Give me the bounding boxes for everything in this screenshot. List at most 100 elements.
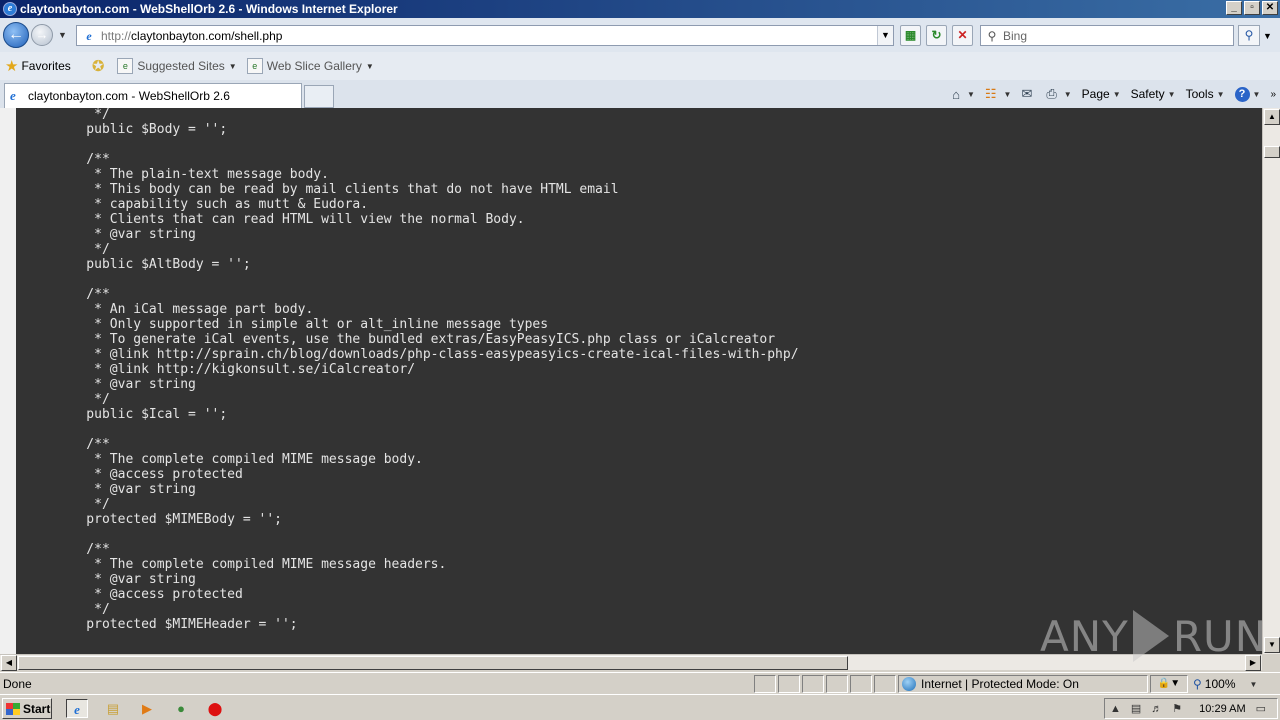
taskbar: Start e ▤ ▶ ● ⬤ ▲ ▤ ♬ ⚑ 10:29 AM ▭: [0, 694, 1280, 720]
address-scheme: http://: [101, 28, 132, 43]
media-player-icon[interactable]: ▶: [136, 699, 158, 718]
zoom-icon: ⚲: [1193, 677, 1202, 691]
tools-menu[interactable]: Tools ▼: [1186, 87, 1225, 101]
refresh-icon[interactable]: ↻: [926, 25, 947, 46]
stop-icon[interactable]: ✕: [952, 25, 973, 46]
status-cell: [802, 675, 824, 693]
volume-icon[interactable]: ♬: [1151, 703, 1162, 715]
tab-ie-icon: e: [10, 88, 16, 103]
code-line: * @var string: [55, 572, 196, 587]
add-favorite-icon: ✪: [91, 58, 105, 75]
suggested-sites-label: Suggested Sites: [137, 59, 225, 73]
forward-button[interactable]: →: [31, 24, 53, 46]
chevron-down-icon: ▼: [1249, 679, 1258, 689]
favorites-label: Favorites: [21, 59, 71, 73]
chevron-down-icon: ▼: [1063, 89, 1072, 99]
status-bar: Done Internet | Protected Mode: On 🔒▼ ⚲ …: [0, 672, 1280, 694]
internet-explorer-taskbar-icon[interactable]: e: [66, 699, 88, 718]
add-to-favorites-bar-button[interactable]: ✪: [87, 57, 108, 75]
search-icon[interactable]: ⚲: [1238, 25, 1260, 46]
favorites-star-icon: ★: [5, 58, 19, 75]
read-mail-button[interactable]: ✉: [1021, 86, 1036, 102]
start-label: Start: [23, 701, 51, 716]
scroll-up-button[interactable]: ▲: [1264, 109, 1280, 125]
scroll-left-button[interactable]: ◀: [1, 655, 17, 671]
page-menu[interactable]: Page ▼: [1082, 87, 1121, 101]
globe-icon: [902, 677, 916, 691]
code-line: /**: [55, 542, 110, 557]
protected-mode-toggle[interactable]: 🔒▼: [1150, 675, 1188, 693]
recent-pages-dropdown[interactable]: ▼: [58, 30, 67, 40]
page-content: */ public $Body = ''; /** * The plain-te…: [0, 108, 1262, 654]
zoom-control[interactable]: ⚲ 100% ▼: [1190, 675, 1266, 693]
chevron-down-icon: ▼: [228, 61, 237, 71]
address-url: claytonbayton.com/shell.php: [131, 28, 283, 43]
watermark-right-text: RUN: [1172, 611, 1268, 661]
code-line: * This body can be read by mail clients …: [55, 182, 619, 197]
more-commands-button[interactable]: »: [1270, 89, 1276, 100]
status-cell: [754, 675, 776, 693]
show-hidden-icons-icon[interactable]: ▲: [1110, 703, 1121, 715]
home-button[interactable]: ⌂ ▼: [952, 87, 975, 102]
watermark-left-text: ANY: [1040, 611, 1129, 661]
tab-label: claytonbayton.com - WebShellOrb 2.6: [28, 89, 230, 103]
web-slice-gallery-link[interactable]: e Web Slice Gallery ▼: [246, 58, 374, 74]
chevron-down-icon: ▼: [1112, 89, 1121, 99]
chevron-down-icon: ▼: [1252, 89, 1261, 99]
compatibility-view-icon[interactable]: ▦: [900, 25, 921, 46]
code-line: */: [55, 108, 110, 122]
minimize-button[interactable]: _: [1226, 1, 1242, 15]
web-slice-icon: e: [246, 58, 263, 74]
code-line: protected $MIMEBody = '';: [55, 512, 282, 527]
address-bar[interactable]: e http://claytonbayton.com/shell.php ▼: [76, 25, 894, 46]
window-titlebar: e claytonbayton.com - WebShellOrb 2.6 - …: [0, 0, 1280, 18]
folder-icon[interactable]: ▤: [102, 699, 124, 718]
code-viewer: */ public $Body = ''; /** * The plain-te…: [16, 108, 1262, 654]
code-line: public $AltBody = '';: [55, 257, 251, 272]
code-line: * The plain-text message body.: [55, 167, 329, 182]
address-dropdown-icon[interactable]: ▼: [877, 26, 893, 45]
chevron-down-icon: ▼: [1167, 89, 1176, 99]
favorites-bar: ★ Favorites ✪ e Suggested Sites ▼ e Web …: [0, 52, 1280, 80]
feeds-button[interactable]: ☷ ▼: [985, 86, 1012, 102]
code-line: * @link http://sprain.ch/blog/downloads/…: [55, 347, 799, 362]
action-center-flag-icon[interactable]: ⚑: [1172, 702, 1182, 715]
code-line: /**: [55, 437, 110, 452]
code-line: * @access protected: [55, 587, 243, 602]
stop-sign-icon[interactable]: ⬤: [204, 699, 226, 718]
code-line: public $Body = '';: [55, 122, 228, 137]
close-button[interactable]: ✕: [1262, 1, 1278, 15]
clock[interactable]: 10:29 AM: [1199, 703, 1245, 715]
search-input[interactable]: ⚲ Bing: [980, 25, 1234, 46]
network-icon[interactable]: ▤: [1131, 702, 1141, 715]
safety-menu[interactable]: Safety ▼: [1131, 87, 1176, 101]
suggested-sites-link[interactable]: e Suggested Sites ▼: [117, 58, 237, 74]
maximize-button[interactable]: ▫: [1244, 1, 1260, 15]
suggested-sites-icon: e: [117, 58, 134, 74]
bing-icon: ⚲: [987, 28, 997, 43]
code-line: */: [55, 242, 110, 257]
help-menu[interactable]: ? ▼: [1234, 86, 1261, 102]
tab-active[interactable]: e claytonbayton.com - WebShellOrb 2.6: [4, 83, 302, 108]
chevron-down-icon: ▼: [1003, 89, 1012, 99]
search-options-dropdown[interactable]: ▼: [1263, 31, 1272, 41]
show-desktop-icon[interactable]: ▭: [1256, 702, 1266, 715]
system-tray: ▲ ▤ ♬ ⚑ 10:29 AM ▭: [1104, 698, 1278, 719]
security-zone[interactable]: Internet | Protected Mode: On: [898, 675, 1148, 693]
home-icon: ⌂: [952, 86, 960, 102]
chrome-icon[interactable]: ●: [170, 699, 192, 718]
new-tab-button[interactable]: [304, 85, 334, 108]
favorites-button[interactable]: ★ Favorites: [0, 57, 71, 75]
code-line: /**: [55, 287, 110, 302]
web-slice-gallery-label: Web Slice Gallery: [266, 59, 362, 73]
start-button[interactable]: Start: [2, 698, 52, 719]
print-button[interactable]: ⎙ ▼: [1046, 86, 1071, 102]
safety-menu-label: Safety: [1130, 87, 1165, 101]
vertical-scrollbar[interactable]: ▲ ▼: [1262, 108, 1280, 654]
page-icon: e: [86, 28, 92, 43]
vertical-scroll-thumb[interactable]: [1264, 146, 1280, 158]
horizontal-scroll-thumb[interactable]: [18, 656, 848, 670]
code-line: * To generate iCal events, use the bundl…: [55, 332, 776, 347]
back-button[interactable]: ←: [3, 22, 29, 48]
